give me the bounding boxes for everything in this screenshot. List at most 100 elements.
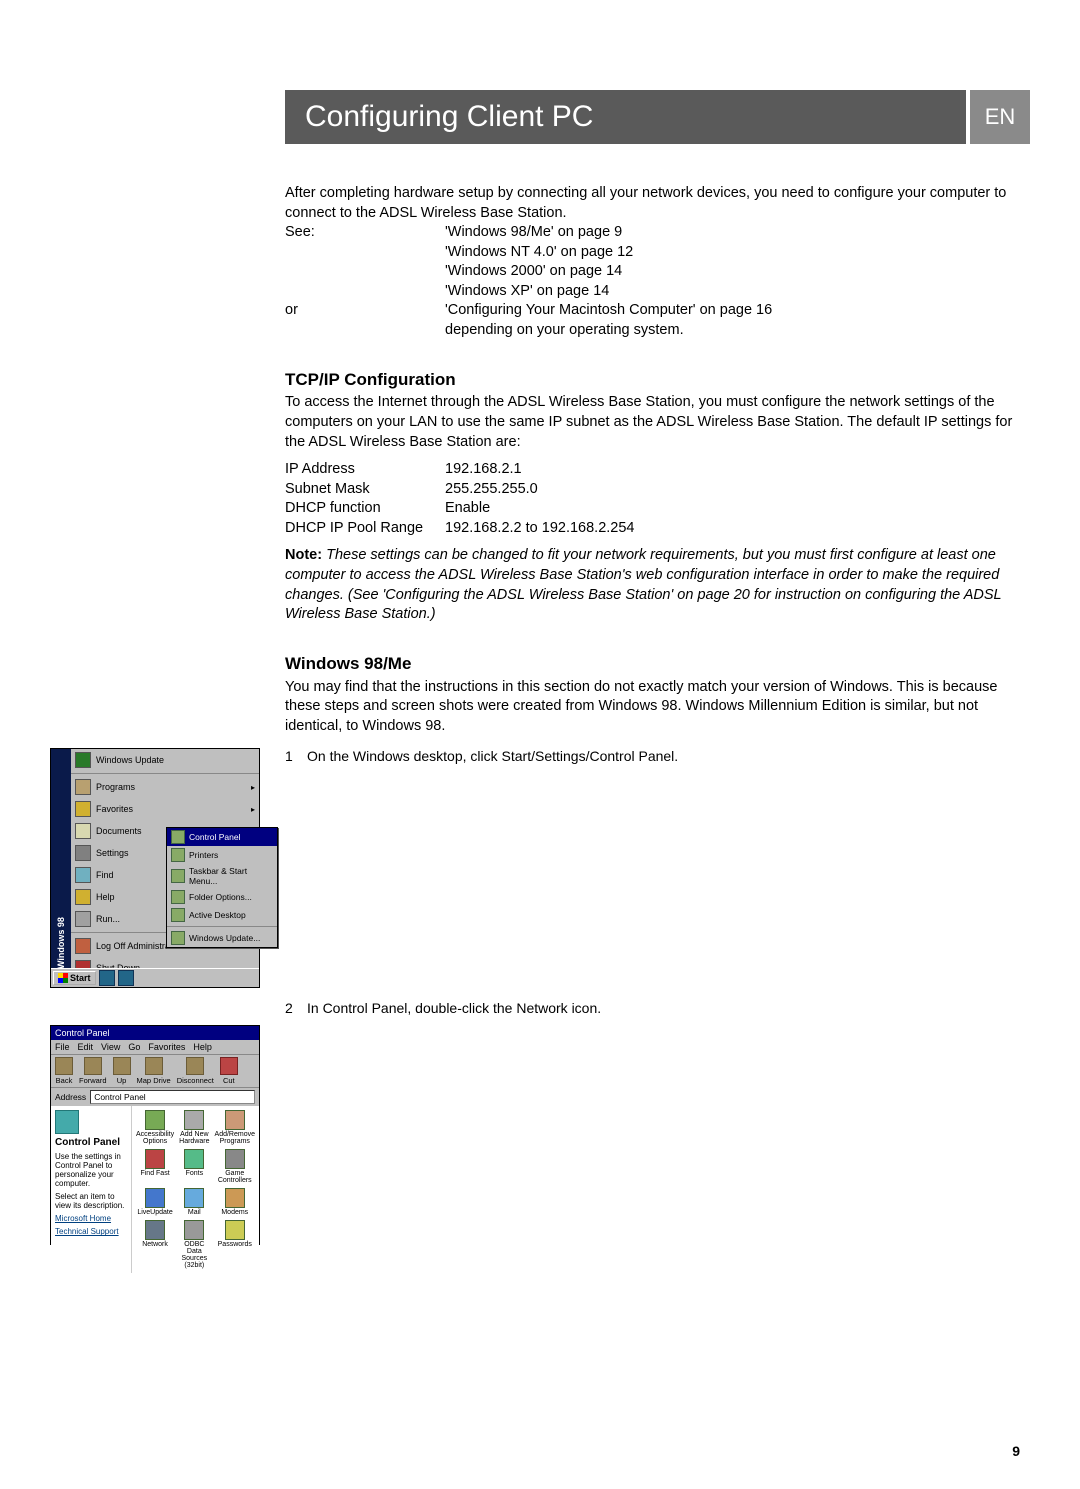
- sub-folder-options[interactable]: Folder Options...: [167, 888, 277, 906]
- sub-windows-update[interactable]: Windows Update...: [167, 929, 277, 947]
- cp-icon-grid: Accessibility Options Add New Hardware A…: [132, 1106, 259, 1273]
- modems-icon: [225, 1188, 245, 1208]
- menu-favorites[interactable]: Favorites: [148, 1042, 185, 1052]
- header-bar: Configuring Client PC EN: [50, 90, 1030, 144]
- menu-view[interactable]: View: [101, 1042, 120, 1052]
- game-controllers-icon: [225, 1149, 245, 1169]
- chevron-right-icon: ▸: [251, 783, 255, 792]
- windows-stripe: Windows 98: [51, 749, 71, 969]
- mapdrive-button[interactable]: Map Drive: [137, 1057, 171, 1085]
- icon-odbc[interactable]: ODBC Data Sources (32bit): [176, 1220, 212, 1269]
- control-panel-icon: [171, 830, 185, 844]
- quicklaunch-icon[interactable]: [118, 970, 134, 986]
- page-number: 9: [1012, 1443, 1020, 1459]
- sm-programs[interactable]: Programs▸: [71, 776, 259, 798]
- dhcp-pool-label: DHCP IP Pool Range: [285, 519, 445, 539]
- ip-settings-table: IP Address192.168.2.1 Subnet Mask255.255…: [285, 460, 1030, 538]
- language-badge: EN: [970, 90, 1030, 144]
- taskbar: Start: [51, 968, 259, 987]
- windows-update-icon: [171, 931, 185, 945]
- icon-liveupdate[interactable]: LiveUpdate: [136, 1188, 174, 1216]
- network-icon: [145, 1220, 165, 1240]
- cp-hint2: Select an item to view its description.: [55, 1192, 127, 1210]
- dhcp-func-label: DHCP function: [285, 499, 445, 519]
- icon-add-hardware[interactable]: Add New Hardware: [176, 1110, 212, 1145]
- link-microsoft-home[interactable]: Microsoft Home: [55, 1214, 127, 1223]
- sm-favorites[interactable]: Favorites▸: [71, 798, 259, 820]
- run-icon: [75, 911, 91, 927]
- icon-mail[interactable]: Mail: [176, 1188, 212, 1216]
- programs-icon: [75, 779, 91, 795]
- active-desktop-icon: [171, 908, 185, 922]
- menu-edit[interactable]: Edit: [78, 1042, 94, 1052]
- cut-icon: [220, 1057, 238, 1075]
- icon-findfast[interactable]: Find Fast: [136, 1149, 174, 1184]
- dhcp-func-value: Enable: [445, 499, 490, 519]
- printers-icon: [171, 848, 185, 862]
- body-text: After completing hardware setup by conne…: [285, 184, 1030, 736]
- cut-button[interactable]: Cut: [220, 1057, 238, 1085]
- sub-printers[interactable]: Printers: [167, 846, 277, 864]
- ref-mac: 'Configuring Your Macintosh Computer' on…: [445, 301, 1030, 321]
- fonts-icon: [184, 1149, 204, 1169]
- cp-sidebar-title: Control Panel: [55, 1137, 127, 1148]
- icon-gamecontrollers[interactable]: Game Controllers: [215, 1149, 255, 1184]
- forward-icon: [84, 1057, 102, 1075]
- step2-text: In Control Panel, double-click the Netwo…: [307, 1000, 601, 1016]
- or-tail: depending on your operating system.: [445, 321, 1030, 341]
- control-panel-figure: Control Panel File Edit View Go Favorite…: [50, 1025, 260, 1245]
- or-label: or: [285, 301, 445, 340]
- icon-add-remove[interactable]: Add/Remove Programs: [215, 1110, 255, 1145]
- sub-taskbar[interactable]: Taskbar & Start Menu...: [167, 864, 277, 888]
- up-button[interactable]: Up: [113, 1057, 131, 1085]
- win98-heading: Windows 98/Me: [285, 653, 1030, 676]
- back-button[interactable]: Back: [55, 1057, 73, 1085]
- icon-fonts[interactable]: Fonts: [176, 1149, 212, 1184]
- findfast-icon: [145, 1149, 165, 1169]
- ip-address-value: 192.168.2.1: [445, 460, 522, 480]
- taskbar-icon: [171, 869, 185, 883]
- passwords-icon: [225, 1220, 245, 1240]
- start-menu-figure: Windows 98 Windows Update Programs▸ Favo…: [50, 748, 260, 988]
- link-tech-support[interactable]: Technical Support: [55, 1227, 127, 1236]
- settings-submenu: Control Panel Printers Taskbar & Start M…: [166, 827, 278, 948]
- win98-para: You may find that the instructions in th…: [285, 678, 1030, 737]
- windows-update-icon: [75, 752, 91, 768]
- menu-help[interactable]: Help: [193, 1042, 212, 1052]
- quicklaunch-icon[interactable]: [99, 970, 115, 986]
- windows-icon: [58, 973, 68, 983]
- dhcp-pool-value: 192.168.2.2 to 192.168.2.254: [445, 519, 634, 539]
- ref-nt4: 'Windows NT 4.0' on page 12: [445, 243, 1030, 263]
- icon-passwords[interactable]: Passwords: [215, 1220, 255, 1269]
- forward-button[interactable]: Forward: [79, 1057, 107, 1085]
- toolbar: Back Forward Up Map Drive Disconnect Cut: [51, 1054, 259, 1087]
- note-block: Note: These settings can be changed to f…: [285, 546, 1030, 624]
- cp-sidebar: Control Panel Use the settings in Contro…: [51, 1106, 132, 1273]
- sm-windows-update[interactable]: Windows Update: [71, 749, 259, 771]
- odbc-icon: [184, 1220, 204, 1240]
- icon-modems[interactable]: Modems: [215, 1188, 255, 1216]
- icon-network[interactable]: Network: [136, 1220, 174, 1269]
- mapdrive-icon: [145, 1057, 163, 1075]
- address-field[interactable]: Control Panel: [90, 1090, 255, 1104]
- ref-win98: 'Windows 98/Me' on page 9: [445, 223, 1030, 243]
- intro-para: After completing hardware setup by conne…: [285, 184, 1030, 223]
- control-panel-big-icon: [55, 1110, 79, 1134]
- up-icon: [113, 1057, 131, 1075]
- disconnect-button[interactable]: Disconnect: [177, 1057, 214, 1085]
- sub-active-desktop[interactable]: Active Desktop: [167, 906, 277, 924]
- page-title: Configuring Client PC: [285, 90, 966, 144]
- sub-control-panel[interactable]: Control Panel: [167, 828, 277, 846]
- favorites-icon: [75, 801, 91, 817]
- menu-go[interactable]: Go: [128, 1042, 140, 1052]
- step-number: 1: [285, 748, 307, 764]
- find-icon: [75, 867, 91, 883]
- address-label: Address: [55, 1092, 86, 1102]
- disconnect-icon: [186, 1057, 204, 1075]
- icon-accessibility[interactable]: Accessibility Options: [136, 1110, 174, 1145]
- start-button[interactable]: Start: [53, 971, 96, 985]
- menu-file[interactable]: File: [55, 1042, 70, 1052]
- window-titlebar: Control Panel: [51, 1026, 259, 1040]
- logoff-icon: [75, 938, 91, 954]
- tcpip-heading: TCP/IP Configuration: [285, 369, 1030, 392]
